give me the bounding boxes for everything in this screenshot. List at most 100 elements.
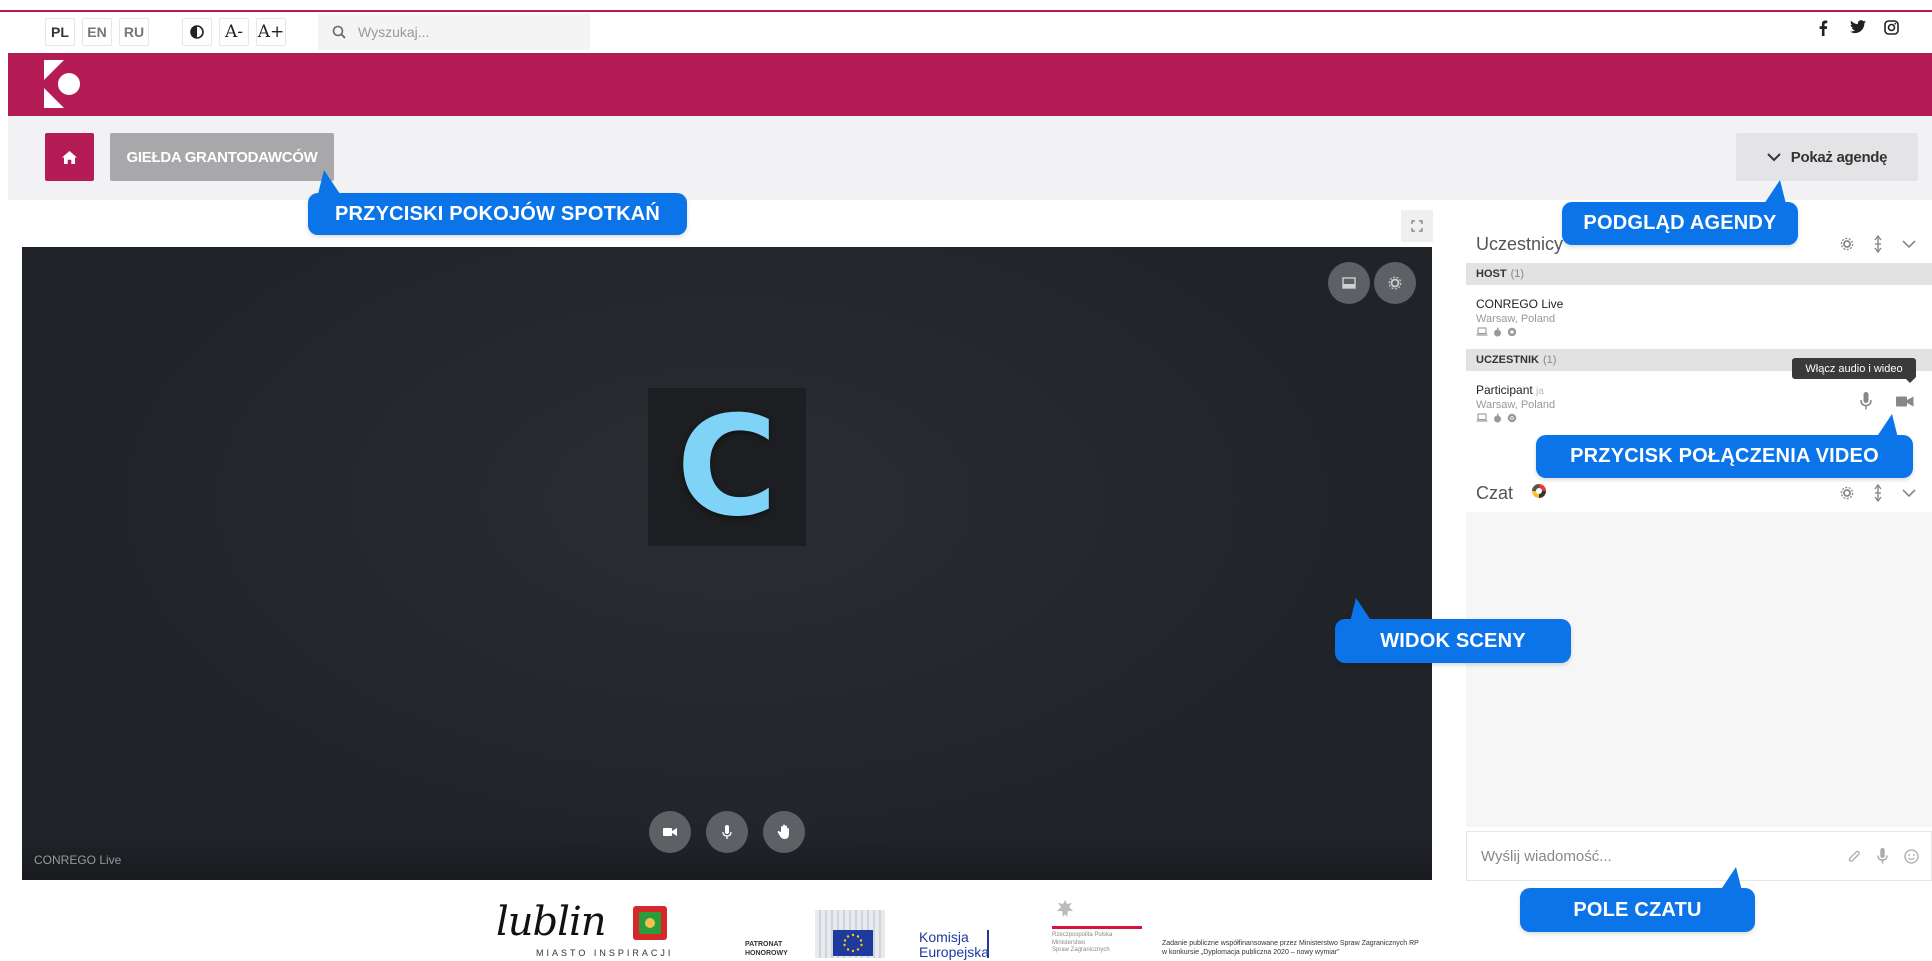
eu-flag-icon (833, 930, 873, 956)
funding-note-line: Zadanie publiczne współfinansowane przez… (1162, 940, 1419, 947)
participant-self-tag: ja (1536, 386, 1544, 397)
stage-view[interactable] (22, 247, 1432, 880)
eagle-emblem-icon (1057, 900, 1073, 917)
group-label: UCZESTNIK (1476, 354, 1539, 366)
laptop-icon (1476, 327, 1488, 336)
home-button[interactable] (45, 133, 94, 181)
chat-title: Czat (1476, 483, 1514, 503)
settings-icon[interactable] (1840, 486, 1854, 500)
stage-speaker-name: CONREGO Live (34, 853, 122, 867)
raise-hand-icon (777, 824, 789, 839)
funding-note: Zadanie publiczne współfinansowane przez… (1162, 940, 1419, 958)
participants-title: Uczestnicy (1476, 234, 1564, 254)
room-button-gielda[interactable]: GIEŁDA GRANTODAWCÓW (110, 133, 334, 181)
fullscreen-button[interactable] (1401, 210, 1433, 242)
callout-tail (1876, 414, 1898, 438)
chevron-down-icon[interactable] (1902, 239, 1916, 249)
fullscreen-icon (1411, 220, 1423, 232)
participants-controls (1840, 235, 1916, 253)
apple-icon (1494, 327, 1501, 337)
chat-input-actions (1848, 848, 1919, 864)
browser-icon (1507, 327, 1517, 337)
patron-label: PATRONAT HONOROWY (745, 940, 788, 958)
eu-label-line: Komisja (919, 929, 969, 945)
layout-button[interactable] (1328, 262, 1370, 304)
contrast-icon (190, 25, 204, 39)
lublin-logo-mark (633, 906, 667, 940)
lublin-logo: lublin MIASTO INSPIRACJI (496, 902, 686, 960)
callout-tail (318, 170, 340, 194)
mfa-poland-logo: Rzeczpospolita Polska Ministerstwo Spraw… (1052, 898, 1142, 958)
tooltip-enable-audio-video: Włącz audio i wideo (1792, 358, 1916, 379)
chat-status-icon (1531, 483, 1547, 504)
chevron-down-icon (1767, 152, 1781, 161)
microphone-icon (722, 824, 732, 839)
show-agenda-label: Pokaż agendę (1790, 148, 1888, 166)
microphone-button[interactable] (706, 811, 748, 853)
font-increase-button[interactable]: A+ (256, 18, 286, 46)
camera-button[interactable] (649, 811, 691, 853)
top-bar (0, 12, 1932, 53)
instagram-icon[interactable] (1884, 20, 1899, 40)
participant-location: Warsaw, Poland (1476, 313, 1556, 325)
contrast-button[interactable] (182, 18, 212, 46)
patron-label-line: HONOROWY (745, 950, 788, 958)
font-decrease-button[interactable]: A- (219, 18, 249, 46)
resize-icon[interactable] (1874, 484, 1882, 502)
brand-bar (8, 53, 1932, 116)
participant-video-button[interactable] (1896, 396, 1914, 407)
participant-device-icons (1476, 413, 1517, 423)
laptop-icon (1476, 413, 1488, 422)
funding-note-line: w konkursie „Dyplomacja publiczna 2020 –… (1162, 948, 1340, 956)
callout-meeting-room-buttons: PRZYCISKI POKOJÓW SPOTKAŃ (308, 193, 687, 235)
eu-label-line: Europejska (919, 944, 990, 961)
lang-en-button[interactable]: EN (82, 18, 112, 46)
search-input[interactable] (356, 23, 580, 41)
participant-name: Participant (1476, 383, 1533, 397)
layout-icon (1342, 277, 1356, 289)
chevron-down-icon[interactable] (1902, 488, 1916, 498)
participant-name: CONREGO Live (1476, 297, 1564, 311)
speaker-avatar-letter: C (676, 386, 778, 547)
callout-scene-view: WIDOK SCENY (1335, 619, 1571, 663)
callout-video-connection-button: PRZYCISK POŁĄCZENIA VIDEO (1536, 435, 1913, 478)
settings-icon[interactable] (1840, 237, 1854, 251)
participant-mic-button[interactable] (1860, 392, 1872, 410)
mfa-label-line: Rzeczpospolita Polska (1052, 932, 1113, 938)
raise-hand-button[interactable] (763, 811, 805, 853)
chat-input-bar (1466, 831, 1932, 881)
twitter-icon[interactable] (1850, 20, 1866, 39)
group-count: (1) (1542, 354, 1557, 366)
patron-label-line: PATRONAT (745, 941, 783, 948)
microphone-icon[interactable] (1877, 848, 1888, 864)
chat-controls (1840, 484, 1916, 502)
resize-icon[interactable] (1874, 235, 1882, 253)
participant-device-icons (1476, 327, 1517, 337)
emoji-icon[interactable] (1904, 848, 1919, 864)
group-header-host: HOST (1) (1466, 263, 1932, 285)
lublin-tagline: MIASTO INSPIRACJI (536, 948, 674, 958)
apple-icon (1494, 413, 1501, 423)
lang-pl-button[interactable]: PL (45, 18, 75, 46)
eu-label: Komisja Europejska (919, 929, 990, 961)
search-box[interactable] (318, 14, 590, 50)
european-commission-logo: Komisja Europejska (815, 910, 990, 960)
callout-tail (1764, 180, 1786, 204)
conrego-logo[interactable] (44, 60, 84, 113)
participant-name-row: Participant ja (1476, 383, 1544, 397)
facebook-icon[interactable] (1818, 20, 1828, 41)
lang-ru-button[interactable]: RU (119, 18, 149, 46)
chrome-icon (1507, 413, 1517, 423)
chat-input[interactable] (1479, 846, 1823, 866)
search-icon (332, 25, 346, 39)
camera-icon (663, 828, 677, 836)
stage-settings-button[interactable] (1374, 262, 1416, 304)
group-count: (1) (1510, 268, 1525, 280)
mfa-label-line: Spraw Zagranicznych (1052, 947, 1110, 953)
settings-icon (1388, 276, 1402, 290)
callout-tail (1350, 598, 1372, 622)
chat-messages-area[interactable] (1466, 512, 1932, 827)
group-label: HOST (1476, 268, 1507, 280)
attachment-icon[interactable] (1848, 849, 1861, 864)
show-agenda-button[interactable]: Pokaż agendę (1736, 133, 1918, 181)
